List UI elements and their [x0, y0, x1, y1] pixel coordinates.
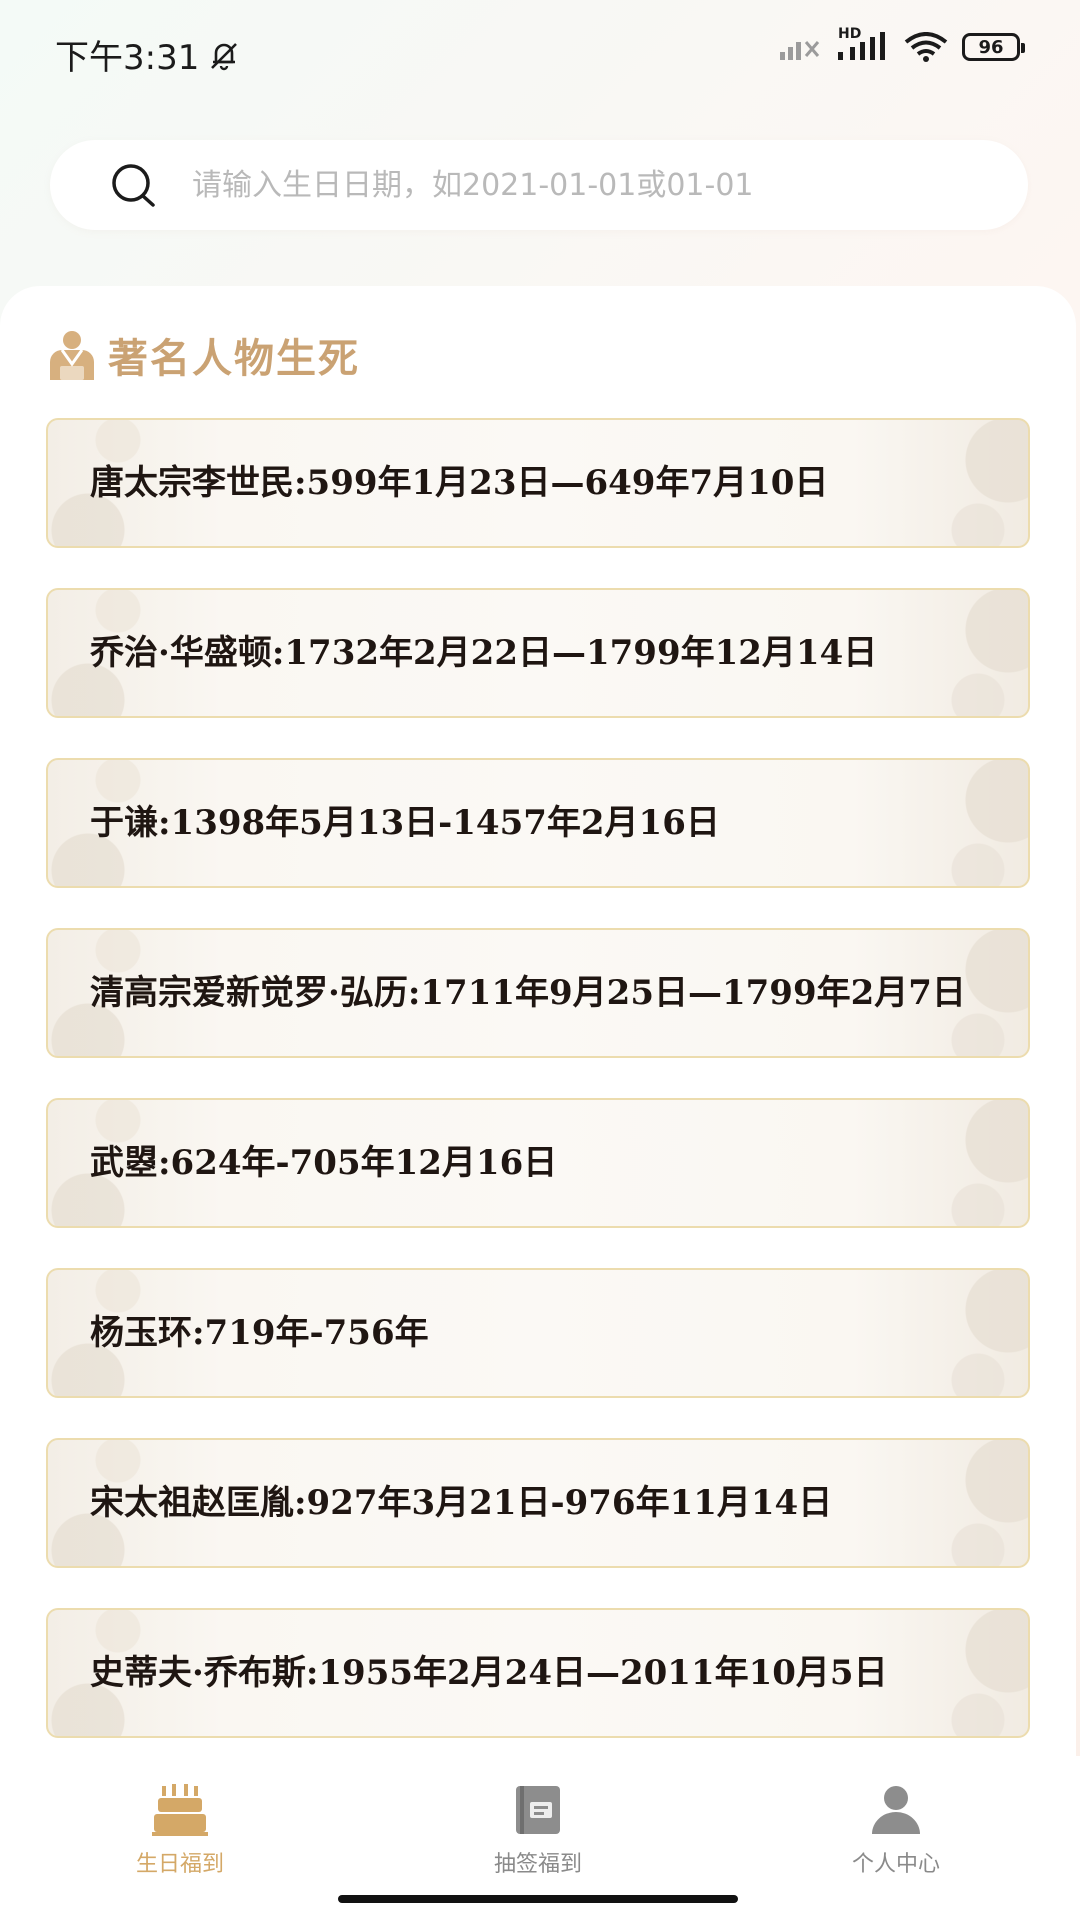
list-item[interactable]: 武曌:624年-705年12月16日: [46, 1098, 1030, 1228]
signal-full-icon: [838, 32, 885, 60]
status-time-group: 下午3:31: [55, 30, 241, 79]
person-list: 唐太宗李世民:599年1月23日—649年7月10日 乔治·华盛顿:1732年2…: [46, 418, 1030, 1778]
list-item-text: 清高宗爱新觉罗·弘历:1711年9月25日—1799年2月7日: [90, 973, 966, 1013]
lottery-book-icon: [516, 1786, 560, 1834]
list-item-text: 宋太祖赵匡胤:927年3月21日-976年11月14日: [90, 1483, 833, 1523]
person-icon: [50, 331, 94, 380]
main-panel: 著名人物生死 唐太宗李世民:599年1月23日—649年7月10日 乔治·华盛顿…: [0, 286, 1076, 1756]
list-item[interactable]: 于谦:1398年5月13日-1457年2月16日: [46, 758, 1030, 888]
list-item[interactable]: 宋太祖赵匡胤:927年3月21日-976年11月14日: [46, 1438, 1030, 1568]
bell-off-icon: [211, 42, 238, 70]
wifi-icon: [904, 32, 948, 62]
list-item[interactable]: 唐太宗李世民:599年1月23日—649年7月10日: [46, 418, 1030, 548]
section-header: 著名人物生死: [46, 326, 360, 384]
signal-weak-icon: [780, 41, 820, 60]
status-bar: 下午3:31 HD 96: [0, 0, 1080, 110]
tab-label: 个人中心: [851, 1852, 940, 1877]
list-item-text: 史蒂夫·乔布斯:1955年2月24日—2011年10月5日: [90, 1653, 888, 1693]
status-time: 下午3:31: [55, 38, 200, 78]
list-item-text: 杨玉环:719年-756年: [90, 1313, 429, 1353]
home-indicator[interactable]: [338, 1895, 738, 1903]
list-item-text: 于谦:1398年5月13日-1457年2月16日: [90, 803, 720, 843]
birthday-cake-icon: [152, 1784, 208, 1836]
list-item[interactable]: 史蒂夫·乔布斯:1955年2月24日—2011年10月5日: [46, 1608, 1030, 1738]
search-input[interactable]: [190, 166, 954, 204]
tab-birthday[interactable]: 生日福到: [80, 1784, 280, 1878]
search-bar[interactable]: [50, 140, 1028, 230]
hd-signal-group: HD: [838, 26, 890, 62]
search-icon[interactable]: [106, 158, 160, 212]
list-item-text: 武曌:624年-705年12月16日: [90, 1143, 558, 1183]
tab-profile[interactable]: 个人中心: [796, 1784, 996, 1878]
status-icons: HD 96: [780, 26, 1025, 62]
list-item[interactable]: 杨玉环:719年-756年: [46, 1268, 1030, 1398]
user-icon: [872, 1786, 920, 1834]
list-item-text: 乔治·华盛顿:1732年2月22日—1799年12月14日: [90, 633, 878, 673]
tab-label: 生日福到: [135, 1852, 224, 1877]
tab-label: 抽签福到: [493, 1852, 582, 1877]
list-item[interactable]: 乔治·华盛顿:1732年2月22日—1799年12月14日: [46, 588, 1030, 718]
tab-lottery[interactable]: 抽签福到: [438, 1784, 638, 1878]
section-title: 著名人物生死: [108, 335, 360, 382]
list-item[interactable]: 清高宗爱新觉罗·弘历:1711年9月25日—1799年2月7日: [46, 928, 1030, 1058]
list-item-text: 唐太宗李世民:599年1月23日—649年7月10日: [90, 463, 829, 503]
battery-indicator: 96: [962, 33, 1025, 61]
battery-level: 96: [978, 36, 1004, 58]
